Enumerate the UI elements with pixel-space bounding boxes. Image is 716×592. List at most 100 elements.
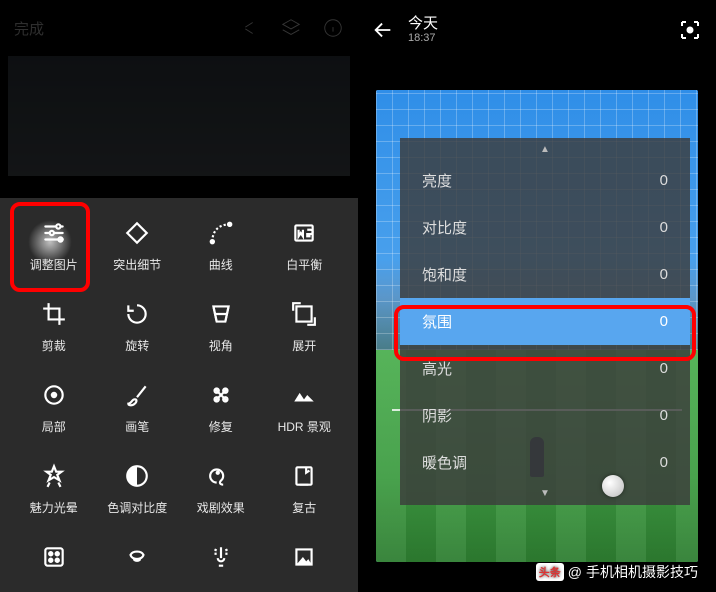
tool-expand[interactable]: 展开: [263, 299, 347, 354]
right-toolbar: 今天 18:37: [358, 0, 716, 60]
details-icon: [122, 218, 152, 248]
slider-value: 0: [660, 454, 668, 471]
slider-value: 0: [660, 360, 668, 377]
tool-glamour[interactable]: 魅力光晕: [12, 461, 96, 516]
done-button[interactable]: 完成: [14, 18, 218, 39]
tool-perspective[interactable]: 视角: [179, 299, 263, 354]
tool-selective[interactable]: 局部: [12, 380, 96, 435]
slider-row-5[interactable]: 阴影 0: [400, 392, 690, 439]
expand-icon: [289, 299, 319, 329]
tool-hdr[interactable]: HDR 景观: [263, 380, 347, 435]
tool-curves[interactable]: 曲线: [179, 218, 263, 273]
tool-label: 调整图片: [30, 256, 78, 273]
capture-icon[interactable]: [678, 18, 702, 42]
slider-value: 0: [660, 172, 668, 189]
chevron-up-icon: ▲: [400, 142, 690, 157]
tune-icon: [39, 218, 69, 248]
tool-wb[interactable]: 白平衡: [263, 218, 347, 273]
more-icon-3: [289, 542, 319, 572]
slider-row-3[interactable]: 氛围 0: [400, 298, 690, 345]
tool-label: 白平衡: [286, 256, 322, 273]
slider-name: 阴影: [422, 405, 452, 426]
tonal-icon: [122, 461, 152, 491]
chevron-down-icon: ▼: [400, 486, 690, 501]
info-icon[interactable]: [322, 17, 344, 39]
watermark: 头条 @ 手机相机摄影技巧: [536, 562, 698, 582]
slider-value: 0: [660, 266, 668, 283]
tool-brush[interactable]: 画笔: [96, 380, 180, 435]
perspective-icon: [206, 299, 236, 329]
slider-value: 0: [660, 407, 668, 424]
healing-icon: [206, 380, 236, 410]
tool-label: 色调对比度: [107, 499, 167, 516]
tool-label: 画笔: [125, 418, 149, 435]
tool-healing[interactable]: 修复: [179, 380, 263, 435]
slider-name: 亮度: [422, 170, 452, 191]
slider-knob[interactable]: [602, 475, 624, 497]
tool-label: 旋转: [125, 337, 149, 354]
slider-row-2[interactable]: 饱和度 0: [400, 251, 690, 298]
tool-details[interactable]: 突出细节: [96, 218, 180, 273]
adjust-panel[interactable]: ▲ 亮度 0 对比度 0 饱和度 0 氛围 0 高光 0 阴影 0 暖色调 0 ▼: [400, 138, 690, 505]
tool-tune[interactable]: 调整图片: [12, 218, 96, 273]
tool-label: 魅力光晕: [30, 499, 78, 516]
curves-icon: [206, 218, 236, 248]
selective-icon: [39, 380, 69, 410]
glamour-icon: [39, 461, 69, 491]
slider-name: 暖色调: [422, 452, 467, 473]
right-screen: 今天 18:37 ▲ 亮度 0 对比度 0 饱和度 0 氛围 0 高光 0 阴影 0 暖色调 0 ▼: [358, 0, 716, 592]
slider-name: 饱和度: [422, 264, 467, 285]
tool-more-3[interactable]: [263, 542, 347, 572]
tool-vintage[interactable]: 复古: [263, 461, 347, 516]
tool-rotate[interactable]: 旋转: [96, 299, 180, 354]
left-toolbar: 完成: [0, 0, 358, 56]
tool-label: 突出细节: [113, 256, 161, 273]
slider-row-1[interactable]: 对比度 0: [400, 204, 690, 251]
header-title: 今天: [408, 15, 664, 32]
brush-icon: [122, 380, 152, 410]
slider-value: 0: [660, 219, 668, 236]
tool-label: HDR 景观: [278, 418, 331, 435]
tool-drama[interactable]: 戏剧效果: [179, 461, 263, 516]
tool-label: 复古: [292, 499, 316, 516]
more-icon-2: [206, 542, 236, 572]
layers-icon[interactable]: [280, 17, 302, 39]
preview-image: [8, 56, 350, 176]
tool-crop[interactable]: 剪裁: [12, 299, 96, 354]
tools-panel: 调整图片 突出细节 曲线 白平衡剪裁 旋转 视角 展开局部 画笔 修复 HDR 景观魅力光晕 色调对…: [0, 198, 358, 592]
back-button[interactable]: [372, 19, 394, 41]
tool-tonal[interactable]: 色调对比度: [96, 461, 180, 516]
tool-label: 剪裁: [42, 337, 66, 354]
crop-icon: [39, 299, 69, 329]
slider-name: 氛围: [422, 311, 452, 332]
slider-row-4[interactable]: 高光 0: [400, 345, 690, 392]
slider-row-6[interactable]: 暖色调 0: [400, 439, 690, 486]
slider-row-0[interactable]: 亮度 0: [400, 157, 690, 204]
tool-more-1[interactable]: [96, 542, 180, 572]
drama-icon: [206, 461, 236, 491]
hdr-icon: [289, 380, 319, 410]
more-icon-1: [122, 542, 152, 572]
watermark-badge: 头条: [536, 563, 564, 581]
watermark-at: @: [568, 564, 582, 580]
more-icon-0: [39, 542, 69, 572]
tool-label: 视角: [209, 337, 233, 354]
tool-more-0[interactable]: [12, 542, 96, 572]
slider-name: 对比度: [422, 217, 467, 238]
header-time: 18:37: [408, 32, 664, 45]
share-icon[interactable]: [238, 17, 260, 39]
left-screen: 完成 调整图片 突出细节 曲线 白平衡剪裁 旋转 视角 展开局部 画笔 修复 HDR 景观魅力光晕…: [0, 0, 358, 592]
header-meta: 今天 18:37: [408, 15, 664, 45]
vintage-icon: [289, 461, 319, 491]
slider-name: 高光: [422, 358, 452, 379]
wb-icon: [289, 218, 319, 248]
tool-label: 戏剧效果: [197, 499, 245, 516]
slider-value: 0: [660, 313, 668, 330]
tool-label: 展开: [292, 337, 316, 354]
tool-label: 修复: [209, 418, 233, 435]
rotate-icon: [122, 299, 152, 329]
tool-label: 曲线: [209, 256, 233, 273]
watermark-text: 手机相机摄影技巧: [586, 562, 698, 582]
tool-label: 局部: [42, 418, 66, 435]
tool-more-2[interactable]: [179, 542, 263, 572]
